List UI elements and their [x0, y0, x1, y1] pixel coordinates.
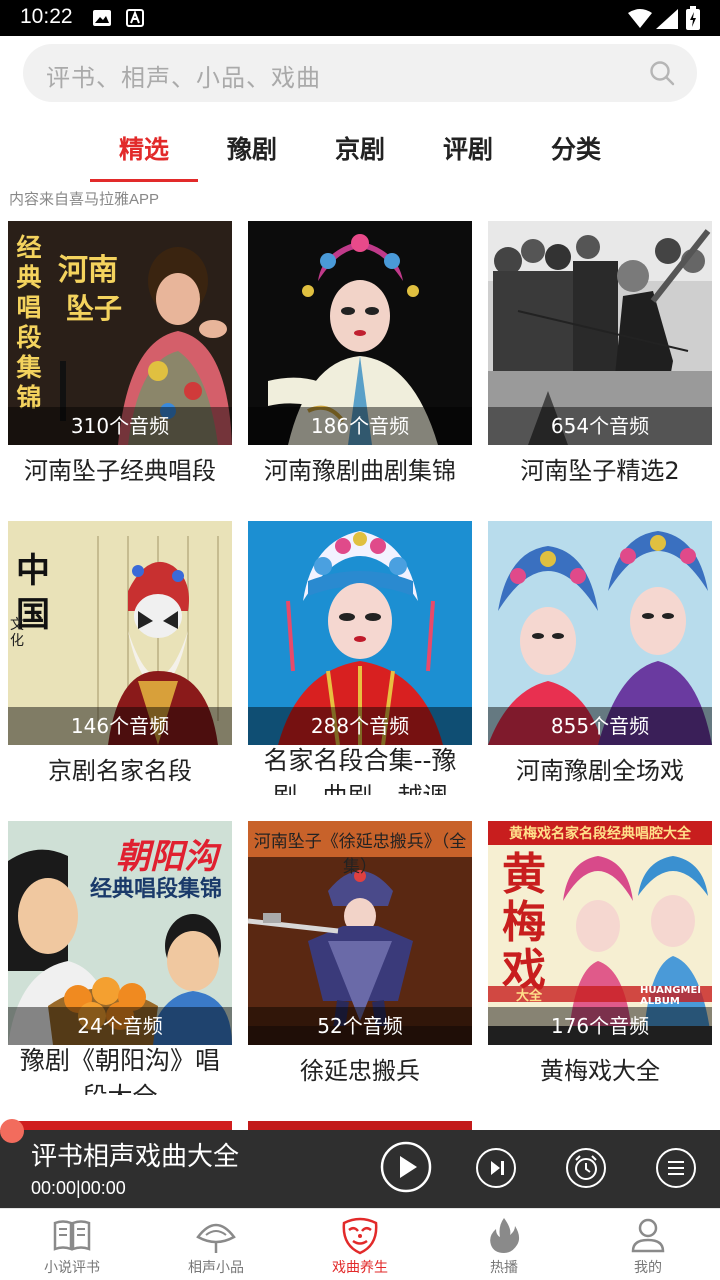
user-icon — [628, 1215, 668, 1255]
cover-small-text: 文化 — [10, 617, 24, 649]
flame-icon — [484, 1215, 524, 1255]
mini-player[interactable]: 评书相声戏曲大全 00:00|00:00 — [0, 1119, 720, 1208]
next-track-icon[interactable] — [475, 1147, 517, 1189]
audio-count: 855个音频 — [488, 707, 712, 745]
cover-album-text: HUANGMEI ALBUM — [640, 985, 702, 1007]
nav-label: 戏曲养生 — [332, 1260, 388, 1276]
album-cover[interactable]: 河南坠子《徐延忠搬兵》（全集） 52个音频 — [248, 821, 472, 1045]
cover-banner-text: 黄梅戏名家名段经典唱腔大全 — [509, 826, 691, 842]
audio-count: 186个音频 — [248, 407, 472, 445]
status-time: 10:22 — [20, 5, 73, 28]
cover-tag-text: 大全 — [516, 989, 543, 1004]
nav-item-opera[interactable]: 戏曲养生 — [288, 1209, 432, 1280]
album-title[interactable]: 河南豫剧曲剧集锦 — [248, 453, 472, 489]
album-cover[interactable]: 288个音频 — [248, 521, 472, 745]
tab-yuju[interactable]: 豫剧 — [192, 130, 312, 166]
cover-text: 河南 — [58, 253, 118, 288]
player-progress-thumb[interactable] — [0, 1119, 24, 1143]
nav-item-crosstalk[interactable]: 相声小品 — [144, 1209, 288, 1280]
nav-item-profile[interactable]: 我的 — [576, 1209, 720, 1280]
album-cover[interactable]: 中国 文化 146个音频 — [8, 521, 232, 745]
player-title: 评书相声戏曲大全 — [31, 1142, 240, 1172]
album-cover[interactable]: 186个音频 — [248, 221, 472, 445]
album-cover[interactable]: 朝阳沟 经典唱段集锦 24个音频 — [8, 821, 232, 1045]
opera-mask-icon — [340, 1215, 380, 1255]
cover-big-text: 黄梅戏 — [502, 849, 546, 996]
a-notification-icon — [126, 9, 144, 31]
cover-vertical-text: 经典唱段集锦 — [16, 233, 42, 412]
album-title[interactable]: 河南坠子精选2 — [488, 453, 712, 489]
status-bar: 10:22 — [0, 0, 720, 36]
audio-count: 176个音频 — [488, 1007, 712, 1045]
nav-label: 小说评书 — [44, 1260, 100, 1276]
tab-featured[interactable]: 精选 — [84, 130, 204, 166]
wifi-icon — [628, 9, 652, 33]
fan-icon — [196, 1215, 236, 1255]
album-title[interactable]: 徐延忠搬兵 — [248, 1053, 472, 1089]
signal-icon — [656, 9, 678, 33]
album-title[interactable]: 豫剧《朝阳沟》唱段大全 — [8, 1043, 232, 1095]
search-bar[interactable]: 评书、相声、小品、戏曲 — [23, 44, 697, 102]
active-tab-indicator — [90, 179, 198, 182]
nav-item-trending[interactable]: 热播 — [432, 1209, 576, 1280]
nav-label: 我的 — [634, 1260, 662, 1276]
source-note: 内容来自喜马拉雅APP — [9, 191, 160, 208]
battery-icon — [686, 6, 700, 34]
album-title[interactable]: 京剧名家名段 — [8, 753, 232, 789]
category-tabs: 精选 豫剧 京剧 评剧 分类 — [0, 120, 720, 182]
audio-count: 310个音频 — [8, 407, 232, 445]
image-notification-icon — [92, 9, 112, 31]
cover-banner-text: 河南坠子《徐延忠搬兵》（全集） — [253, 832, 467, 877]
audio-count: 146个音频 — [8, 707, 232, 745]
audio-count: 52个音频 — [248, 1007, 472, 1045]
album-cover[interactable]: 黄梅戏名家名段经典唱腔大全 黄梅戏 大全 HUANGMEI ALBUM 176个… — [488, 821, 712, 1045]
nav-label: 热播 — [490, 1260, 518, 1276]
album-cover-partial[interactable] — [248, 1121, 472, 1130]
bottom-navigation: 小说评书 相声小品 戏曲养生 热播 我的 — [0, 1208, 720, 1280]
album-cover[interactable]: 855个音频 — [488, 521, 712, 745]
alarm-clock-icon[interactable] — [565, 1147, 607, 1189]
cover-text: 坠子 — [66, 292, 123, 325]
audio-count: 288个音频 — [248, 707, 472, 745]
tab-jingju[interactable]: 京剧 — [300, 130, 420, 166]
album-cover-partial[interactable] — [8, 1121, 232, 1130]
album-title[interactable]: 河南坠子经典唱段 — [8, 453, 232, 489]
album-title[interactable]: 黄梅戏大全 — [488, 1053, 712, 1089]
nav-label: 相声小品 — [188, 1260, 244, 1276]
cover-subtitle-text: 经典唱段集锦 — [90, 877, 223, 902]
album-cover[interactable]: 654个音频 — [488, 221, 712, 445]
album-title[interactable]: 名家名段合集--豫剧、曲剧、越调 — [248, 743, 472, 795]
playlist-menu-icon[interactable] — [655, 1147, 697, 1189]
play-icon[interactable] — [380, 1141, 432, 1193]
nav-item-novels[interactable]: 小说评书 — [0, 1209, 144, 1280]
search-icon[interactable] — [649, 60, 675, 90]
album-title[interactable]: 河南豫剧全场戏 — [488, 753, 712, 789]
book-icon — [52, 1215, 92, 1255]
tab-pingju[interactable]: 评剧 — [408, 130, 528, 166]
tab-categories[interactable]: 分类 — [516, 130, 636, 166]
player-time: 00:00|00:00 — [31, 1178, 126, 1198]
audio-count: 654个音频 — [488, 407, 712, 445]
search-placeholder[interactable]: 评书、相声、小品、戏曲 — [46, 58, 321, 93]
audio-count: 24个音频 — [8, 1007, 232, 1045]
album-cover[interactable]: 经典唱段集锦 河南 坠子 310个音频 — [8, 221, 232, 445]
